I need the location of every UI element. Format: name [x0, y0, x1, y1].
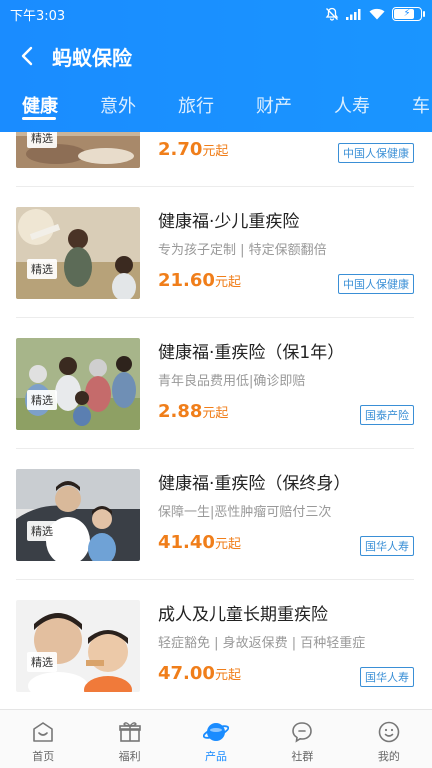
tab-accident[interactable]: 意外 — [100, 92, 136, 118]
status-time: 下午3:03 — [10, 8, 66, 24]
featured-badge: 精选 — [27, 259, 57, 279]
home-icon — [30, 719, 56, 745]
product-card[interactable]: 精选 2.70元起 中国人保健康 — [0, 132, 432, 187]
product-price: 21.60元起 — [158, 270, 241, 291]
top-header: 下午3:03 ⚡ 蚂蚁保险 健康 意外 旅行 财产 人寿 车 — [0, 0, 432, 132]
product-card[interactable]: 精选 健康福·重疾险（保1年） 青年良品费用低|确诊即赔 2.88元起 国泰产险 — [0, 318, 432, 449]
company-tag: 中国人保健康 — [338, 274, 414, 294]
tab-car[interactable]: 车 — [412, 92, 430, 118]
page-title: 蚂蚁保险 — [52, 45, 132, 70]
product-price: 47.00元起 — [158, 663, 241, 684]
product-card[interactable]: 精选 成人及儿童长期重疾险 轻症豁免 | 身故返保费 | 百种轻重症 47.00… — [0, 580, 432, 709]
product-list[interactable]: 精选 2.70元起 中国人保健康 精选 健康福·少儿重疾险 专为孩子定制 | 特… — [0, 132, 432, 709]
gift-icon — [117, 719, 143, 745]
product-name: 成人及儿童长期重疾险 — [158, 605, 328, 625]
tab-life[interactable]: 人寿 — [334, 92, 370, 118]
nav-community[interactable]: 社群 — [259, 710, 345, 768]
company-tag: 国泰产险 — [360, 405, 414, 425]
featured-badge: 精选 — [27, 390, 57, 410]
nav-products[interactable]: 产品 — [173, 710, 259, 768]
product-image: 精选 — [16, 338, 140, 430]
product-subtitle: 青年良品费用低|确诊即赔 — [158, 374, 306, 389]
status-icons: ⚡ — [325, 7, 425, 21]
nav-mine[interactable]: 我的 — [346, 710, 432, 768]
battery-icon: ⚡ — [392, 7, 425, 21]
tab-active-indicator — [22, 117, 56, 120]
back-button[interactable] — [16, 45, 38, 67]
status-bar: 下午3:03 ⚡ — [0, 0, 432, 28]
smile-icon — [376, 719, 402, 745]
category-tabs: 健康 意外 旅行 财产 人寿 车 — [0, 84, 432, 132]
product-name: 健康福·重疾险（保1年） — [158, 343, 345, 363]
product-card[interactable]: 精选 健康福·重疾险（保终身） 保障一生|恶性肿瘤可赔付三次 41.40元起 国… — [0, 449, 432, 580]
planet-icon — [203, 719, 230, 745]
company-tag: 国华人寿 — [360, 667, 414, 687]
title-bar: 蚂蚁保险 — [0, 28, 432, 84]
featured-badge: 精选 — [27, 652, 57, 672]
tab-travel[interactable]: 旅行 — [178, 92, 214, 118]
product-image: 精选 — [16, 469, 140, 561]
chat-icon — [289, 719, 315, 745]
company-tag: 国华人寿 — [360, 536, 414, 556]
nav-home[interactable]: 首页 — [0, 710, 86, 768]
tab-health[interactable]: 健康 — [22, 92, 58, 118]
product-image: 精选 — [16, 207, 140, 299]
product-image: 精选 — [16, 132, 140, 168]
chevron-left-icon — [21, 46, 33, 66]
product-image: 精选 — [16, 600, 140, 692]
bottom-nav: 首页 福利 产品 社群 我的 — [0, 709, 432, 768]
product-subtitle: 保障一生|恶性肿瘤可赔付三次 — [158, 505, 332, 520]
product-name: 健康福·少儿重疾险 — [158, 212, 300, 232]
featured-badge: 精选 — [27, 132, 57, 148]
product-price: 2.88元起 — [158, 401, 229, 422]
signal-icon — [346, 9, 361, 20]
product-card[interactable]: 精选 健康福·少儿重疾险 专为孩子定制 | 特定保额翻倍 21.60元起 中国人… — [0, 187, 432, 318]
product-price: 41.40元起 — [158, 532, 241, 553]
product-price: 2.70元起 — [158, 139, 229, 160]
tab-property[interactable]: 财产 — [256, 92, 292, 118]
nav-welfare[interactable]: 福利 — [86, 710, 172, 768]
product-name: 健康福·重疾险（保终身） — [158, 474, 351, 494]
mute-icon — [325, 7, 339, 21]
featured-badge: 精选 — [27, 521, 57, 541]
product-subtitle: 轻症豁免 | 身故返保费 | 百种轻重症 — [158, 636, 366, 651]
product-subtitle: 专为孩子定制 | 特定保额翻倍 — [158, 243, 327, 258]
wifi-icon — [369, 8, 385, 20]
company-tag: 中国人保健康 — [338, 143, 414, 163]
